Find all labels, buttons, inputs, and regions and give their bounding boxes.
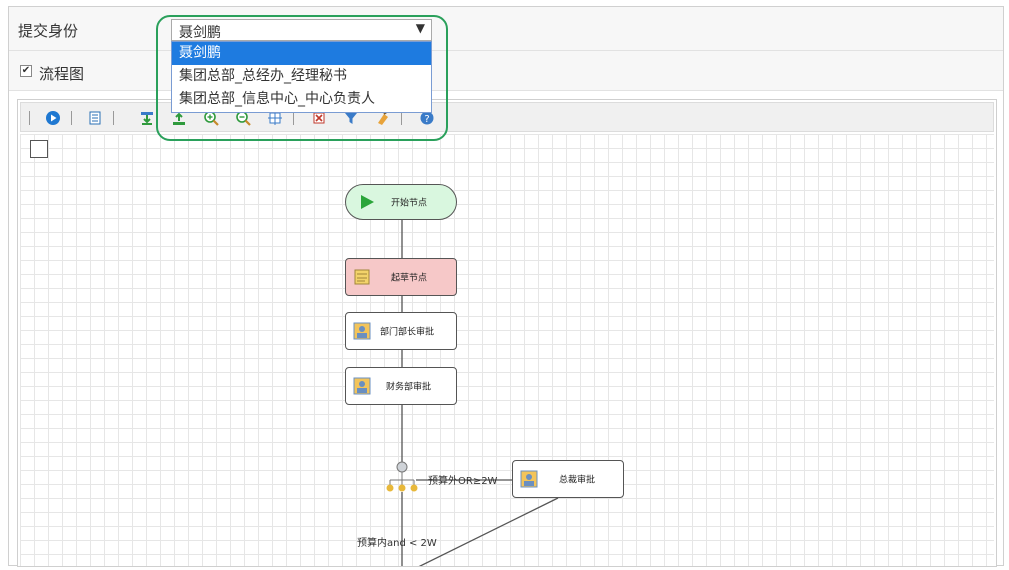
- node-label: 总裁审批: [559, 475, 596, 486]
- identity-label: 提交身份: [18, 22, 79, 40]
- node-start[interactable]: 开始节点: [345, 184, 457, 220]
- user-icon: [353, 322, 371, 340]
- identity-select[interactable]: 聂剑鹏 ▼: [171, 19, 432, 41]
- flowchart-label: 流程图: [39, 65, 85, 83]
- flowchart-checkbox[interactable]: ✔: [20, 65, 32, 77]
- chevron-down-icon[interactable]: ▼: [416, 21, 425, 35]
- workflow-form: 提交身份 聂剑鹏 ▼ 聂剑鹏 集团总部_总经办_经理秘书 集团总部_信息中心_中…: [8, 6, 1004, 567]
- identity-option[interactable]: 集团总部_总经办_经理秘书: [172, 65, 431, 88]
- identity-option[interactable]: 聂剑鹏: [172, 42, 431, 65]
- node-label: 财务部审批: [386, 382, 432, 393]
- identity-option[interactable]: 集团总部_信息中心_中心负责人: [172, 88, 431, 111]
- edge-label-branch-out: 预算外OR≥2W: [428, 476, 498, 487]
- gateway-icon[interactable]: [382, 460, 422, 494]
- flowchart-row: ✔ 流程图: [9, 51, 1003, 91]
- node-ceo[interactable]: 总裁审批: [512, 460, 624, 498]
- document-icon: [354, 269, 370, 285]
- flowchart-canvas: ? 开始节点 起草节点 部门部长审批 财务部审批 预算外OR≥2W 总裁审批 预…: [17, 99, 997, 567]
- user-icon: [353, 377, 371, 395]
- node-draft[interactable]: 起草节点: [345, 258, 457, 296]
- identity-row: 提交身份 聂剑鹏 ▼: [9, 7, 1003, 51]
- node-label: 起草节点: [391, 273, 428, 284]
- user-icon: [520, 470, 538, 488]
- node-finance[interactable]: 财务部审批: [345, 367, 457, 405]
- node-label: 部门部长审批: [380, 327, 435, 338]
- identity-dropdown: 聂剑鹏 集团总部_总经办_经理秘书 集团总部_信息中心_中心负责人: [171, 41, 432, 113]
- node-dept-head[interactable]: 部门部长审批: [345, 312, 457, 350]
- play-icon: [361, 195, 374, 209]
- node-label: 开始节点: [391, 198, 428, 209]
- flow-connectors: [401, 220, 559, 566]
- identity-select-value: 聂剑鹏: [179, 25, 221, 41]
- edge-label-branch-in: 预算内and < 2W: [357, 538, 437, 549]
